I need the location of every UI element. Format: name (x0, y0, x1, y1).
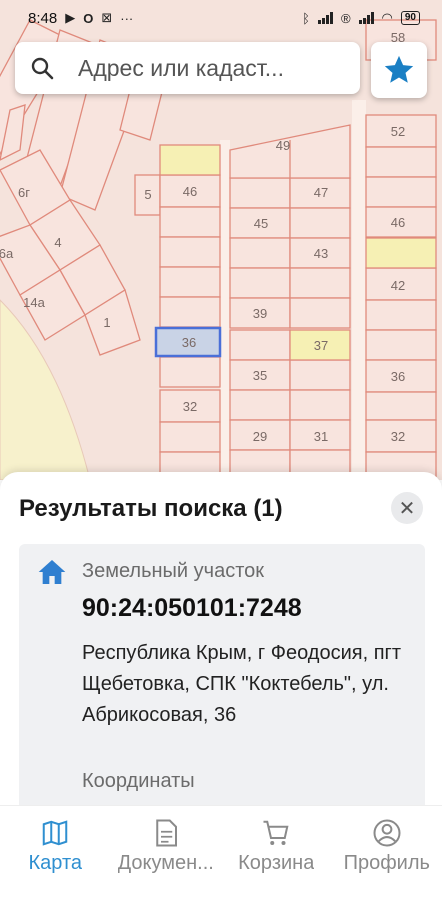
nav-item-documents[interactable]: Докумен... (111, 806, 222, 901)
parcel-label: 6а (0, 246, 14, 261)
parcel-label: 43 (314, 246, 328, 261)
parcel-label: 29 (253, 429, 267, 444)
close-icon: ✕ (399, 496, 416, 521)
parcel-label: 37 (314, 338, 328, 353)
play-icon: ▶ (65, 10, 75, 26)
status-bar: 8:48 ▶ O ⊠ ··· ᛒ ® ◠ 90 (0, 0, 442, 36)
favorites-button[interactable] (371, 42, 427, 98)
parcel-label: 36 (391, 369, 405, 384)
opera-icon: O (83, 11, 93, 26)
nav-label: Профиль (344, 852, 430, 875)
cart-icon (261, 818, 291, 848)
parcel-label: 32 (183, 399, 197, 414)
battery-icon: 90 (401, 11, 420, 25)
parcel-label: 32 (391, 429, 405, 444)
signal-icon (359, 12, 374, 24)
cadastral-number: 90:24:050101:7248 (82, 594, 302, 623)
parcel-type: Земельный участок (82, 560, 264, 583)
search-icon (30, 56, 54, 80)
map-icon (40, 818, 70, 848)
search-input[interactable] (76, 54, 330, 83)
parcel-label: 49 (276, 138, 290, 153)
parcel-label: 14а (23, 295, 45, 310)
bottom-navigation: Карта Докумен... Корзина Профиль (0, 805, 442, 901)
parcel-label: 1 (103, 315, 110, 330)
signal-icon (318, 12, 333, 24)
wifi-icon: ◠ (382, 10, 393, 26)
nav-item-map[interactable]: Карта (0, 806, 111, 901)
parcel-address: Республика Крым, г Феодосия, пгт Щебетов… (82, 638, 412, 731)
parcel-label: 6г (18, 185, 30, 200)
parcel-label: 45 (254, 216, 268, 231)
parcel-label: 46 (391, 215, 405, 230)
parcel-label: 31 (314, 429, 328, 444)
results-title: Результаты поиска (1) (19, 495, 283, 523)
search-bar[interactable] (15, 42, 360, 94)
nav-label: Докумен... (118, 852, 214, 875)
home-icon (35, 556, 69, 588)
close-button[interactable]: ✕ (391, 492, 423, 524)
document-icon (151, 818, 181, 848)
parcel-label: 5 (144, 187, 151, 202)
nav-item-cart[interactable]: Корзина (221, 806, 332, 901)
bluetooth-icon: ᛒ (302, 11, 310, 26)
search-results-panel: Результаты поиска (1) ✕ Земельный участо… (0, 472, 442, 812)
roaming-icon: ® (341, 11, 351, 26)
parcel-label: 42 (391, 278, 405, 293)
app-icon: ⊠ (101, 10, 112, 26)
nav-label: Карта (28, 852, 82, 875)
parcel-label: 4 (54, 235, 61, 250)
nav-item-profile[interactable]: Профиль (332, 806, 442, 901)
nav-label: Корзина (238, 852, 314, 875)
parcel-label: 35 (253, 368, 267, 383)
more-icon: ··· (120, 11, 133, 26)
parcel-label: 52 (391, 124, 405, 139)
star-icon (382, 53, 416, 87)
profile-icon (372, 818, 402, 848)
status-time: 8:48 (28, 10, 57, 27)
parcel-label: 46 (183, 184, 197, 199)
coordinates-label: Координаты (82, 770, 195, 793)
parcel-label: 47 (314, 185, 328, 200)
result-item[interactable]: Земельный участок 90:24:050101:7248 Респ… (19, 544, 425, 812)
parcel-label: 39 (253, 306, 267, 321)
parcel-label: 36 (182, 335, 196, 350)
